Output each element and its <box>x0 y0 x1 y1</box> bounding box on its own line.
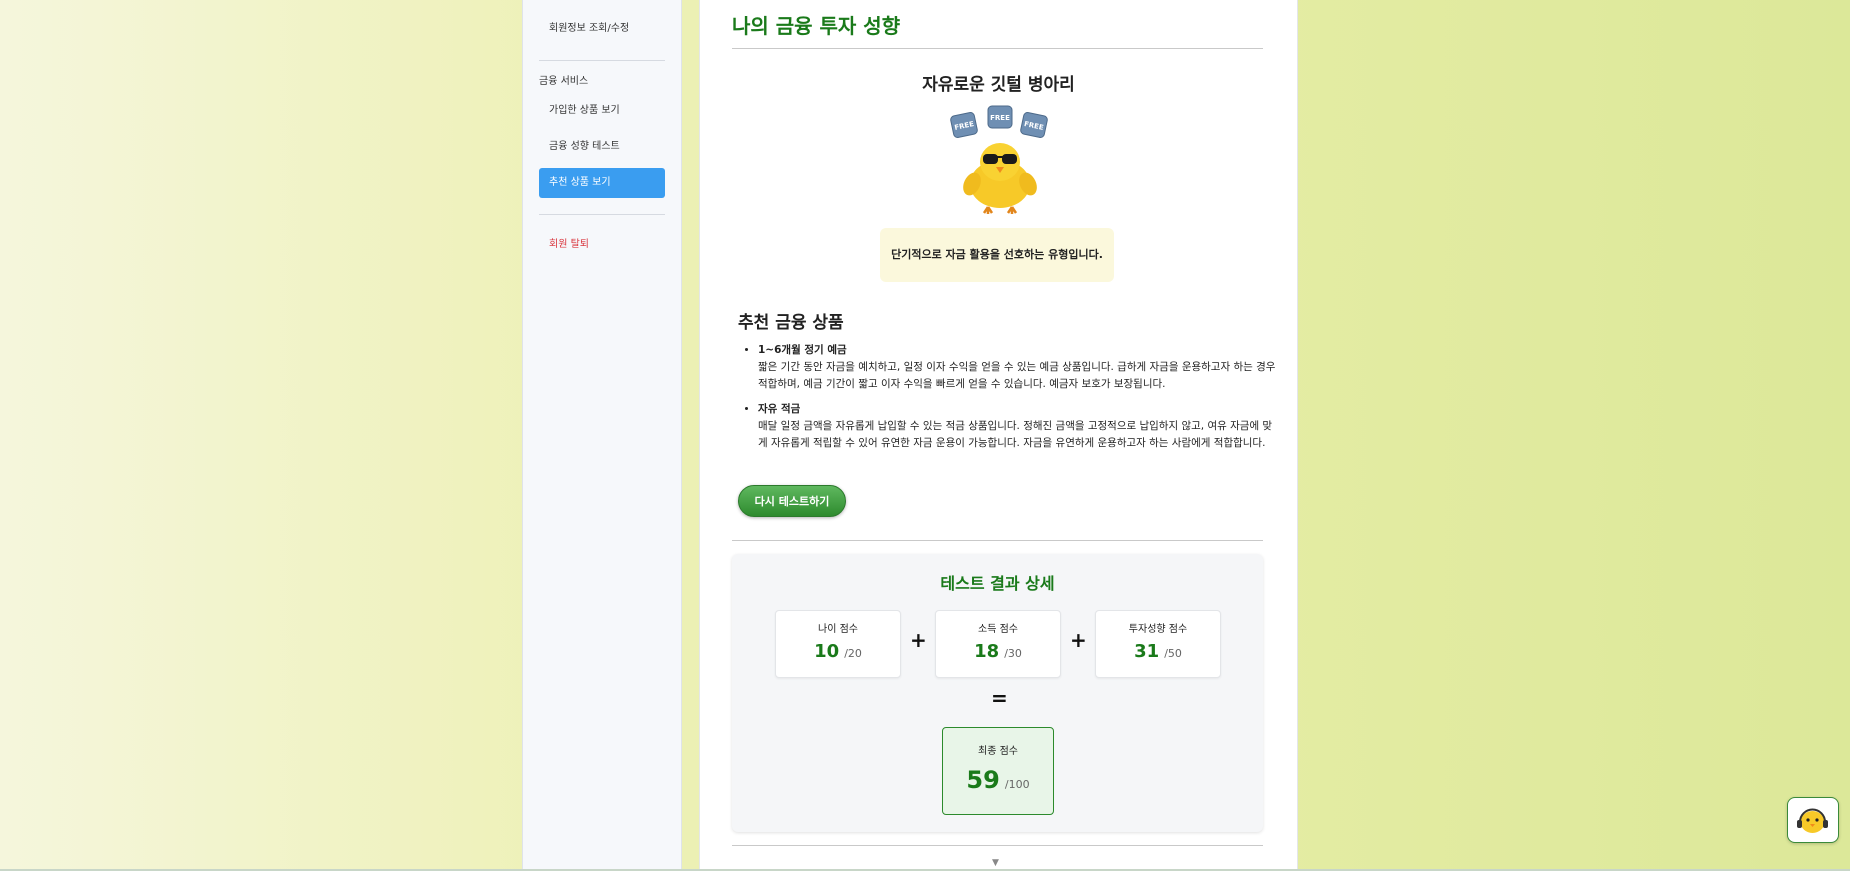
score-value: 31 /50 <box>1096 641 1220 662</box>
final-score-number: 59 <box>966 766 1000 794</box>
score-max: /20 <box>844 647 862 660</box>
product-description: 짧은 기간 동안 자금을 예치하고, 일정 이자 수익을 얻을 수 있는 예금 … <box>758 361 1276 390</box>
score-value: 18 /30 <box>936 641 1060 662</box>
plus-sign: + <box>1070 628 1087 652</box>
sidebar-section-finance: 금융 서비스 <box>539 76 589 87</box>
chatbot-button[interactable] <box>1787 797 1839 843</box>
product-description: 매달 일정 금액을 자유롭게 납입할 수 있는 적금 상품입니다. 정해진 금액… <box>758 420 1273 449</box>
detail-title: 테스트 결과 상세 <box>940 574 1055 593</box>
score-max: /30 <box>1004 647 1022 660</box>
bottom-divider <box>732 845 1263 846</box>
score-max: /50 <box>1164 647 1182 660</box>
product-name: 1~6개월 정기 예금 <box>758 344 847 356</box>
section-divider <box>732 540 1263 541</box>
scroll-down-icon[interactable]: ▼ <box>992 858 999 868</box>
test-result-detail: 테스트 결과 상세 나이 점수 10 /20 + 소득 점수 18 /30 + … <box>732 554 1263 832</box>
recommendation-list: 1~6개월 정기 예금 짧은 기간 동안 자금을 예치하고, 일정 이자 수익을… <box>738 342 1278 460</box>
sidebar-item-finance-test[interactable]: 금융 성향 테스트 <box>539 132 665 162</box>
equals-sign: = <box>991 686 1008 710</box>
sidebar-divider <box>539 214 665 215</box>
score-label: 소득 점수 <box>978 624 1018 635</box>
free-badge-icon: FREE <box>1020 111 1048 139</box>
final-score-max: /100 <box>1004 778 1030 791</box>
score-label: 투자성향 점수 <box>1128 624 1188 635</box>
final-score-label: 최종 점수 <box>978 746 1018 757</box>
score-number: 18 <box>974 641 1000 662</box>
sidebar-divider <box>539 60 665 61</box>
final-score-card: 최종 점수 59 /100 <box>942 727 1054 815</box>
chick-mascot-icon: FREE FREE FREE <box>950 105 1048 214</box>
sidebar-item-joined-products[interactable]: 가입한 상품 보기 <box>539 96 665 126</box>
type-description: 단기적으로 자금 활용을 선호하는 유형입니다. <box>880 228 1114 282</box>
page-title: 나의 금융 투자 성향 <box>732 14 901 38</box>
chick-headset-icon <box>1797 808 1828 833</box>
score-number: 10 <box>814 641 840 662</box>
main-content: 나의 금융 투자 성향 자유로운 깃털 병아리 FREE FREE FREE 단 <box>699 0 1298 871</box>
product-name: 자유 적금 <box>758 403 801 415</box>
list-item: 자유 적금 매달 일정 금액을 자유롭게 납입할 수 있는 적금 상품입니다. … <box>758 401 1278 452</box>
score-number: 31 <box>1134 641 1160 662</box>
sidebar-item-withdraw[interactable]: 회원 탈퇴 <box>539 230 665 260</box>
svg-text:FREE: FREE <box>990 114 1010 122</box>
sidebar-item-recommended[interactable]: 추천 상품 보기 <box>539 168 665 198</box>
sidebar: 회원정보 조회/수정 금융 서비스 가입한 상품 보기 금융 성향 테스트 추천… <box>522 0 682 871</box>
score-label: 나이 점수 <box>818 624 858 635</box>
sidebar-item-profile[interactable]: 회원정보 조회/수정 <box>539 14 665 44</box>
list-item: 1~6개월 정기 예금 짧은 기간 동안 자금을 예치하고, 일정 이자 수익을… <box>758 342 1278 393</box>
free-badge-icon: FREE <box>950 111 978 139</box>
income-score-card: 소득 점수 18 /30 <box>935 610 1061 678</box>
investment-score-card: 투자성향 점수 31 /50 <box>1095 610 1221 678</box>
plus-sign: + <box>910 628 927 652</box>
score-value: 10 /20 <box>776 641 900 662</box>
age-score-card: 나이 점수 10 /20 <box>775 610 901 678</box>
title-divider <box>732 48 1263 49</box>
retest-button[interactable]: 다시 테스트하기 <box>738 485 846 517</box>
recommendation-title: 추천 금융 상품 <box>738 313 844 333</box>
final-score-value: 59 /100 <box>943 766 1053 794</box>
free-badge-icon: FREE <box>987 105 1013 129</box>
type-name: 자유로운 깃털 병아리 <box>922 75 1075 95</box>
